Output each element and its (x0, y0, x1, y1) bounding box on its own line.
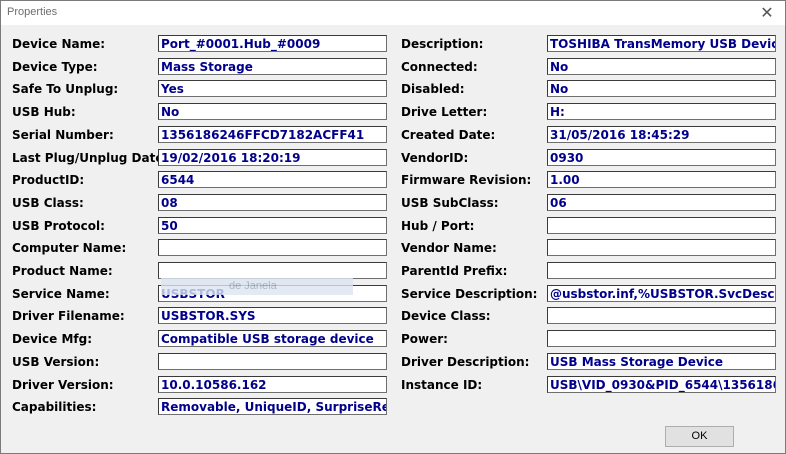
drive-letter-label: Drive Letter: (401, 105, 488, 119)
connected-field[interactable]: No (547, 58, 776, 75)
capabilities-label: Capabilities: (12, 400, 97, 414)
usb-protocol-field[interactable]: 50 (158, 217, 387, 234)
instance-id-field[interactable]: USB\VID_0930&PID_6544\13561862461 (547, 376, 776, 393)
firmware-revision-label: Firmware Revision: (401, 173, 532, 187)
vendorid-label: VendorID: (401, 151, 469, 165)
vendor-name-field[interactable] (547, 239, 776, 256)
parentid-prefix-field[interactable] (547, 262, 776, 279)
usb-class-label: USB Class: (12, 196, 84, 210)
productid-label: ProductID: (12, 173, 85, 187)
connected-label: Connected: (401, 60, 478, 74)
usb-version-label: USB Version: (12, 355, 100, 369)
disabled-field[interactable]: No (547, 80, 776, 97)
hub-port-field[interactable] (547, 217, 776, 234)
computer-name-label: Computer Name: (12, 241, 127, 255)
driver-version-label: Driver Version: (12, 378, 114, 392)
parentid-prefix-label: ParentId Prefix: (401, 264, 508, 278)
service-name-label: Service Name: (12, 287, 110, 301)
power-label: Power: (401, 332, 448, 346)
device-name-label: Device Name: (12, 37, 106, 51)
description-field[interactable]: TOSHIBA TransMemory USB Device (547, 35, 776, 52)
driver-filename-field[interactable]: USBSTOR.SYS (158, 307, 387, 324)
driver-version-field[interactable]: 10.0.10586.162 (158, 376, 387, 393)
description-label: Description: (401, 37, 484, 51)
product-name-field[interactable] (158, 262, 387, 279)
hub-port-label: Hub / Port: (401, 219, 475, 233)
device-class-field[interactable] (547, 307, 776, 324)
productid-field[interactable]: 6544 (158, 171, 387, 188)
usb-class-field[interactable]: 08 (158, 194, 387, 211)
driver-description-field[interactable]: USB Mass Storage Device (547, 353, 776, 370)
device-name-field[interactable]: Port_#0001.Hub_#0009 (158, 35, 387, 52)
device-type-field[interactable]: Mass Storage (158, 58, 387, 75)
usb-protocol-label: USB Protocol: (12, 219, 105, 233)
service-description-label: Service Description: (401, 287, 538, 301)
title-bar: Properties ✕ (1, 1, 785, 25)
instance-id-label: Instance ID: (401, 378, 483, 392)
serial-number-label: Serial Number: (12, 128, 114, 142)
usb-hub-label: USB Hub: (12, 105, 76, 119)
service-description-field[interactable]: @usbstor.inf,%USBSTOR.SvcDesc%;U (547, 285, 776, 302)
computer-name-field[interactable] (158, 239, 387, 256)
vendorid-field[interactable]: 0930 (547, 149, 776, 166)
ok-button[interactable]: OK (665, 426, 734, 447)
device-mfg-label: Device Mfg: (12, 332, 93, 346)
firmware-revision-field[interactable]: 1.00 (547, 171, 776, 188)
serial-number-field[interactable]: 1356186246FFCD7182ACFF41 (158, 126, 387, 143)
usb-subclass-label: USB SubClass: (401, 196, 499, 210)
usb-subclass-field[interactable]: 06 (547, 194, 776, 211)
tooltip-ghost: de Janela (161, 278, 353, 295)
driver-description-label: Driver Description: (401, 355, 530, 369)
last-plug-unplug-date-field[interactable]: 19/02/2016 18:20:19 (158, 149, 387, 166)
power-field[interactable] (547, 330, 776, 347)
capabilities-field[interactable]: Removable, UniqueID, SurpriseRemov (158, 398, 387, 415)
vendor-name-label: Vendor Name: (401, 241, 497, 255)
device-mfg-field[interactable]: Compatible USB storage device (158, 330, 387, 347)
safe-to-unplug-label: Safe To Unplug: (12, 82, 119, 96)
device-type-label: Device Type: (12, 60, 98, 74)
properties-dialog: Properties ✕ Device Name: Port_#0001.Hub_… (0, 0, 786, 454)
drive-letter-field[interactable]: H: (547, 103, 776, 120)
last-plug-unplug-date-label: Last Plug/Unplug Date: (12, 151, 169, 165)
safe-to-unplug-field[interactable]: Yes (158, 80, 387, 97)
created-date-label: Created Date: (401, 128, 496, 142)
product-name-label: Product Name: (12, 264, 113, 278)
device-class-label: Device Class: (401, 309, 491, 323)
close-icon[interactable]: ✕ (757, 3, 777, 23)
created-date-field[interactable]: 31/05/2016 18:45:29 (547, 126, 776, 143)
usb-hub-field[interactable]: No (158, 103, 387, 120)
window-title: Properties (7, 6, 58, 18)
disabled-label: Disabled: (401, 82, 465, 96)
driver-filename-label: Driver Filename: (12, 309, 125, 323)
usb-version-field[interactable] (158, 353, 387, 370)
